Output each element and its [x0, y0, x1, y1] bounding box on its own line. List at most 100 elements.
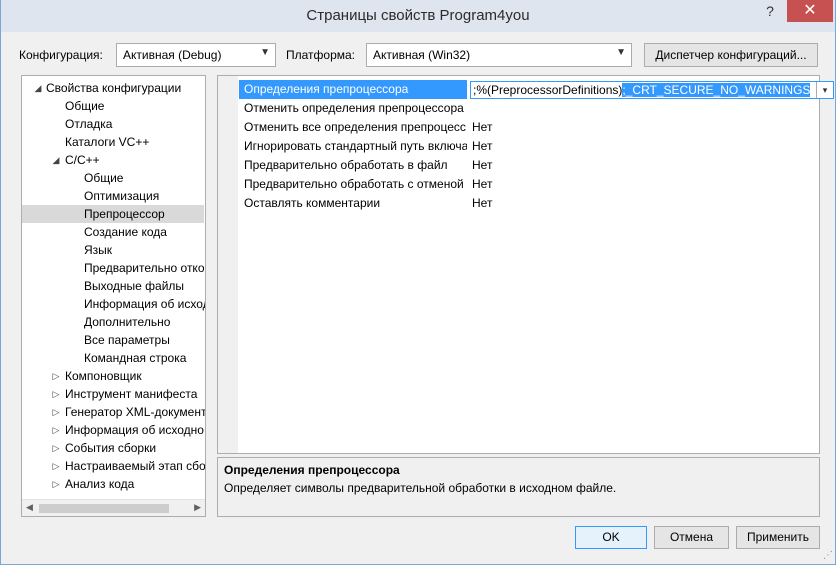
tree-item-label: Настраиваемый этап сбо — [65, 459, 206, 473]
chevron-down-icon: ▼ — [260, 47, 270, 58]
property-value[interactable]: Нет — [472, 137, 492, 156]
tree-item[interactable]: Общие — [22, 169, 205, 187]
tree-item[interactable]: ▷ Настраиваемый этап сбо — [22, 457, 206, 475]
tree-item[interactable]: Все параметры — [22, 331, 205, 349]
property-grid: Определения препроцессора ;%(Preprocesso… — [217, 75, 834, 454]
tree-item-label: Оптимизация — [84, 189, 160, 203]
property-value[interactable]: Нет — [472, 118, 492, 137]
tree-item[interactable]: Выходные файлы — [22, 277, 205, 295]
property-row[interactable]: Оставлять комментарии Нет — [238, 194, 816, 213]
scrollbar-thumb[interactable] — [39, 504, 169, 513]
property-name[interactable]: Отменить все определения препроцесс — [239, 118, 467, 137]
property-name[interactable]: Отменить определения препроцессора — [239, 99, 467, 118]
preprocessor-definitions-input[interactable]: ;%(PreprocessorDefinitions);_CRT_SECURE_… — [470, 81, 834, 99]
tree-item-label: Информация об исход — [84, 297, 206, 311]
settings-tree[interactable]: ◢ Свойства конфигурации Общие Отладка Катало… — [21, 75, 206, 517]
tree-item-label: Инструмент манифеста — [65, 387, 198, 401]
expand-icon[interactable]: ▷ — [50, 457, 62, 475]
tree-items: ◢ Свойства конфигурации Общие Отладка Катало… — [22, 79, 206, 493]
grid-margin — [218, 76, 238, 453]
description-text: Определяет символы предварительной обраб… — [224, 481, 617, 495]
expand-icon[interactable]: ▷ — [50, 439, 62, 457]
property-row[interactable]: Отменить определения препроцессора — [238, 99, 816, 118]
tree-item[interactable]: ▷ Инструмент манифеста — [22, 385, 205, 403]
editor-selected-text: ;_CRT_SECURE_NO_WARNINGS — [622, 83, 811, 97]
collapse-icon[interactable]: ◢ — [50, 151, 62, 169]
tree-item[interactable]: ◢ Свойства конфигурации — [22, 79, 205, 97]
tree-item[interactable]: Создание кода — [22, 223, 205, 241]
scroll-right-icon[interactable]: ▶ — [194, 502, 201, 513]
tree-item-label: C/C++ — [65, 153, 100, 167]
window-title: Страницы свойств Program4you — [306, 7, 530, 24]
tree-horizontal-scrollbar[interactable]: ◀ ▶ — [22, 499, 205, 516]
expand-icon[interactable]: ▷ — [50, 475, 62, 493]
expand-icon[interactable]: ▷ — [50, 421, 62, 439]
cancel-button[interactable]: Отмена — [654, 526, 729, 549]
property-row[interactable]: Предварительно обработать с отменой н Не… — [238, 175, 816, 194]
tree-item-label: Компоновщик — [65, 369, 142, 383]
scroll-left-icon[interactable]: ◀ — [26, 502, 33, 513]
help-icon[interactable]: ? — [753, 0, 787, 22]
tree-item-label: Командная строка — [84, 351, 187, 365]
close-icon[interactable]: ✕ — [787, 0, 833, 22]
property-value[interactable]: Нет — [472, 175, 492, 194]
expand-icon[interactable]: ▷ — [50, 385, 62, 403]
property-value[interactable]: Нет — [472, 194, 492, 213]
tree-item-label: Отладка — [65, 117, 113, 131]
tree-item[interactable]: Препроцессор — [22, 205, 204, 223]
config-select-value: Активная (Debug) — [123, 48, 222, 62]
expand-icon[interactable]: ▷ — [50, 367, 62, 385]
tree-item-label: События сборки — [65, 441, 157, 455]
property-row[interactable]: Предварительно обработать в файл Нет — [238, 156, 816, 175]
tree-item[interactable]: Каталоги VC++ — [22, 133, 205, 151]
platform-select[interactable]: Активная (Win32) ▼ — [366, 43, 632, 67]
platform-select-value: Активная (Win32) — [373, 48, 471, 62]
tree-item[interactable]: ▷ Анализ кода — [22, 475, 205, 493]
tree-item[interactable]: ▷ Информация об исходно — [22, 421, 205, 439]
tree-item-label: Генератор XML-документ — [65, 405, 206, 419]
platform-label: Платформа: — [286, 48, 356, 62]
property-name[interactable]: Оставлять комментарии — [239, 194, 467, 213]
property-value[interactable]: Нет — [472, 156, 492, 175]
tree-item[interactable]: Предварительно отко — [22, 259, 205, 277]
chevron-down-icon: ▼ — [616, 47, 626, 58]
tree-item-label: Свойства конфигурации — [46, 81, 182, 95]
chevron-down-icon[interactable]: ▾ — [816, 82, 833, 98]
tree-item[interactable]: Дополнительно — [22, 313, 205, 331]
property-name[interactable]: Игнорировать стандартный путь включа — [239, 137, 467, 156]
property-row[interactable]: Отменить все определения препроцесс Нет — [238, 118, 816, 137]
collapse-icon[interactable]: ◢ — [32, 79, 44, 97]
resize-grip-icon[interactable]: ⋰ — [823, 550, 833, 561]
expand-icon[interactable]: ▷ — [50, 403, 62, 421]
tree-item-label: Создание кода — [84, 225, 167, 239]
apply-button[interactable]: Применить — [736, 526, 820, 549]
tree-item-label: Язык — [84, 243, 113, 257]
tree-item-label: Дополнительно — [84, 315, 171, 329]
tree-item[interactable]: Командная строка — [22, 349, 205, 367]
tree-item[interactable]: Общие — [22, 97, 205, 115]
tree-item-label: Информация об исходно — [65, 423, 204, 437]
property-name[interactable]: Предварительно обработать с отменой н — [239, 175, 467, 194]
tree-item-label: Общие — [84, 171, 124, 185]
tree-item[interactable]: Оптимизация — [22, 187, 205, 205]
property-name[interactable]: Определения препроцессора — [239, 80, 467, 99]
property-row[interactable]: Игнорировать стандартный путь включа Нет — [238, 137, 816, 156]
tree-item[interactable]: Информация об исход — [22, 295, 206, 313]
property-name[interactable]: Предварительно обработать в файл — [239, 156, 467, 175]
tree-item[interactable]: ▷ Компоновщик — [22, 367, 205, 385]
property-row[interactable]: Определения препроцессора ;%(Preprocesso… — [238, 80, 834, 99]
tree-item[interactable]: ◢ C/C++ — [22, 151, 205, 169]
tree-item-label: Анализ кода — [65, 477, 135, 491]
config-select[interactable]: Активная (Debug) ▼ — [116, 43, 276, 67]
tree-item-label: Препроцессор — [84, 207, 165, 221]
config-manager-button[interactable]: Диспетчер конфигураций... — [644, 43, 818, 67]
title-bar[interactable]: Страницы свойств Program4you ? ✕ — [1, 0, 835, 32]
tree-item[interactable]: Отладка — [22, 115, 205, 133]
tree-item[interactable]: ▷ События сборки — [22, 439, 205, 457]
tree-item-label: Общие — [65, 99, 105, 113]
tree-item[interactable]: ▷ Генератор XML-документ — [22, 403, 206, 421]
tree-item-label: Предварительно отко — [84, 261, 205, 275]
tree-item[interactable]: Язык — [22, 241, 205, 259]
ok-button[interactable]: OK — [575, 526, 647, 549]
description-pane: Определения препроцессора Определяет сим… — [217, 457, 820, 517]
